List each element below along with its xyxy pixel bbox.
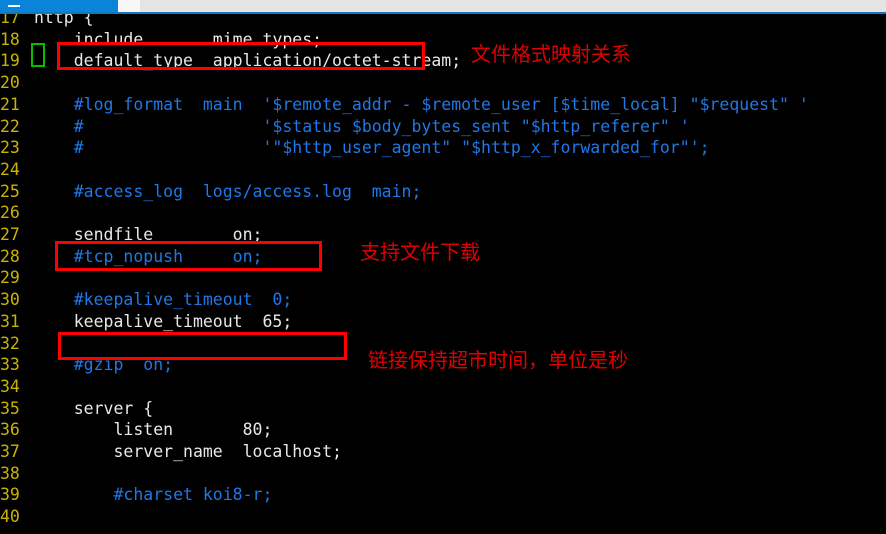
line-number: 34 <box>0 376 20 396</box>
window-chrome-bar <box>0 0 886 14</box>
editor-line[interactable]: 37 server_name localhost; <box>0 441 886 463</box>
line-content[interactable]: #charset koi8-r; <box>34 484 272 506</box>
line-number: 28 <box>0 246 20 266</box>
editor-line[interactable]: 20 <box>0 72 886 94</box>
line-number: 17 <box>0 14 20 27</box>
cursor-block <box>31 43 45 67</box>
line-number: 27 <box>0 225 20 244</box>
editor-line[interactable]: 30 #keepalive_timeout 0; <box>0 289 886 311</box>
editor-line[interactable]: 31 keepalive_timeout 65; <box>0 311 886 333</box>
line-number: 25 <box>0 181 20 201</box>
line-number: 31 <box>0 311 20 331</box>
note-include: 文件格式映射关系 <box>471 42 631 66</box>
line-number: 26 <box>0 203 20 223</box>
line-number: 39 <box>0 485 20 505</box>
line-number: 37 <box>0 442 20 461</box>
line-number: 22 <box>0 116 20 136</box>
line-content[interactable]: #log_format main '$remote_addr - $remote… <box>34 94 809 116</box>
editor-line[interactable]: 19 default_type application/octet-stream… <box>0 50 886 72</box>
line-content[interactable]: server_name localhost; <box>34 441 341 463</box>
note-keepalive: 链接保持超市时间，单位是秒 <box>368 348 628 372</box>
chrome-active-tab[interactable] <box>0 0 118 12</box>
line-number: 32 <box>0 333 20 353</box>
editor-line[interactable]: 40 <box>0 506 886 528</box>
line-content[interactable]: #access_log logs/access.log main; <box>34 181 422 203</box>
line-content[interactable]: server { <box>34 398 153 420</box>
line-number: 20 <box>0 73 20 93</box>
line-number: 19 <box>0 51 20 71</box>
editor-line[interactable]: 26 <box>0 202 886 224</box>
line-number: 40 <box>0 507 20 527</box>
editor-line[interactable]: 21 #log_format main '$remote_addr - $rem… <box>0 94 886 116</box>
editor-line[interactable]: 25 #access_log logs/access.log main; <box>0 181 886 203</box>
line-content[interactable]: listen 80; <box>34 419 272 441</box>
line-number: 30 <box>0 290 20 310</box>
minimize-icon[interactable] <box>8 5 20 7</box>
note-sendfile: 支持文件下载 <box>360 240 480 264</box>
chrome-secondary-tab[interactable] <box>118 0 140 12</box>
line-number: 29 <box>0 268 20 288</box>
line-number: 23 <box>0 138 20 158</box>
editor-line[interactable]: 36 listen 80; <box>0 419 886 441</box>
line-number: 21 <box>0 94 20 114</box>
editor-line[interactable]: 38 <box>0 463 886 485</box>
chrome-empty-area <box>140 0 886 12</box>
line-content[interactable]: sendfile on; <box>34 224 263 246</box>
line-content[interactable]: # '$status $body_bytes_sent "$http_refer… <box>34 116 690 138</box>
editor-line[interactable]: 23 # '"$http_user_agent" "$http_x_forwar… <box>0 137 886 159</box>
line-content[interactable]: #tcp_nopush on; <box>34 246 263 268</box>
line-content[interactable]: keepalive_timeout 65; <box>34 311 293 333</box>
editor-line[interactable]: 24 <box>0 159 886 181</box>
line-content[interactable]: #gzip on; <box>34 354 173 376</box>
editor-line[interactable]: 34 <box>0 376 886 398</box>
line-number: 33 <box>0 355 20 375</box>
line-content[interactable]: http { <box>34 14 94 29</box>
line-number: 38 <box>0 463 20 483</box>
editor-line[interactable]: 18 include mime.types; <box>0 29 886 51</box>
editor-line[interactable]: 17 http { <box>0 14 886 29</box>
line-number: 36 <box>0 420 20 440</box>
editor-line[interactable]: 29 <box>0 267 886 289</box>
line-number: 18 <box>0 29 20 49</box>
line-content[interactable]: default_type application/octet-stream; <box>34 50 461 72</box>
line-number: 24 <box>0 159 20 179</box>
editor-line[interactable]: 39 #charset koi8-r; <box>0 484 886 506</box>
line-content[interactable]: # '"$http_user_agent" "$http_x_forwarded… <box>34 137 710 159</box>
editor-line[interactable]: 22 # '$status $body_bytes_sent "$http_re… <box>0 116 886 138</box>
line-content[interactable]: include mime.types; <box>34 29 322 51</box>
line-number: 35 <box>0 398 20 418</box>
terminal-text-editor[interactable]: 17 http {18 include mime.types; 19 default… <box>0 14 886 534</box>
editor-line[interactable]: 35 server { <box>0 398 886 420</box>
line-content[interactable]: #keepalive_timeout 0; <box>34 289 293 311</box>
